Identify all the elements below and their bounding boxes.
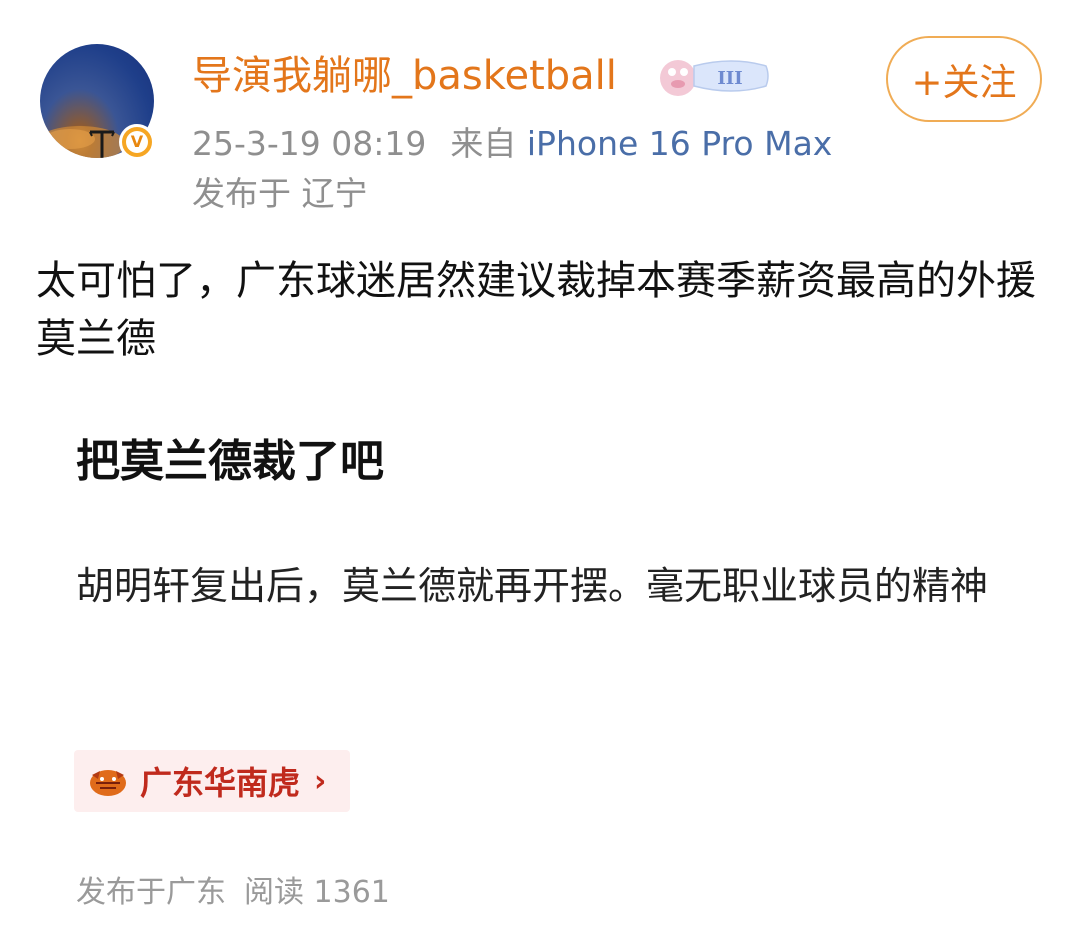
post-meta: 25-3-19 08:19 来自 iPhone 16 Pro Max <box>192 122 832 166</box>
card-title[interactable]: 把莫兰德裁了吧 <box>76 432 384 492</box>
card-footer: 发布于广东 阅读 1361 <box>76 871 390 915</box>
verified-badge-icon: V <box>119 124 155 160</box>
chevron-right-icon: › <box>314 763 327 799</box>
topic-tag-label: 广东华南虎 <box>140 764 301 802</box>
card-body[interactable]: 胡明轩复出后，莫兰德就再开摆。毫无职业球员的精神 <box>76 554 1036 618</box>
card-location: 发布于广东 <box>76 875 226 910</box>
card-read-count: 阅读 1361 <box>244 875 390 910</box>
post-time: 25-3-19 08:19 <box>192 124 427 163</box>
post-text: 太可怕了，广东球迷居然建议裁掉本赛季薪资最高的外援莫兰德 <box>36 258 1036 362</box>
username[interactable]: 导演我躺哪_basketball <box>192 48 617 104</box>
svg-text:III: III <box>717 68 742 89</box>
source-prefix: 来自 <box>450 124 517 163</box>
topic-tag-chip[interactable]: 广东华南虎 › <box>74 750 351 812</box>
post-device[interactable]: iPhone 16 Pro Max <box>527 124 832 163</box>
post-location: 发布于 辽宁 <box>192 174 368 213</box>
tiger-logo-icon <box>90 770 126 796</box>
follow-button[interactable]: +关注 <box>886 36 1042 122</box>
member-level-badge-icon[interactable]: III <box>658 54 770 98</box>
